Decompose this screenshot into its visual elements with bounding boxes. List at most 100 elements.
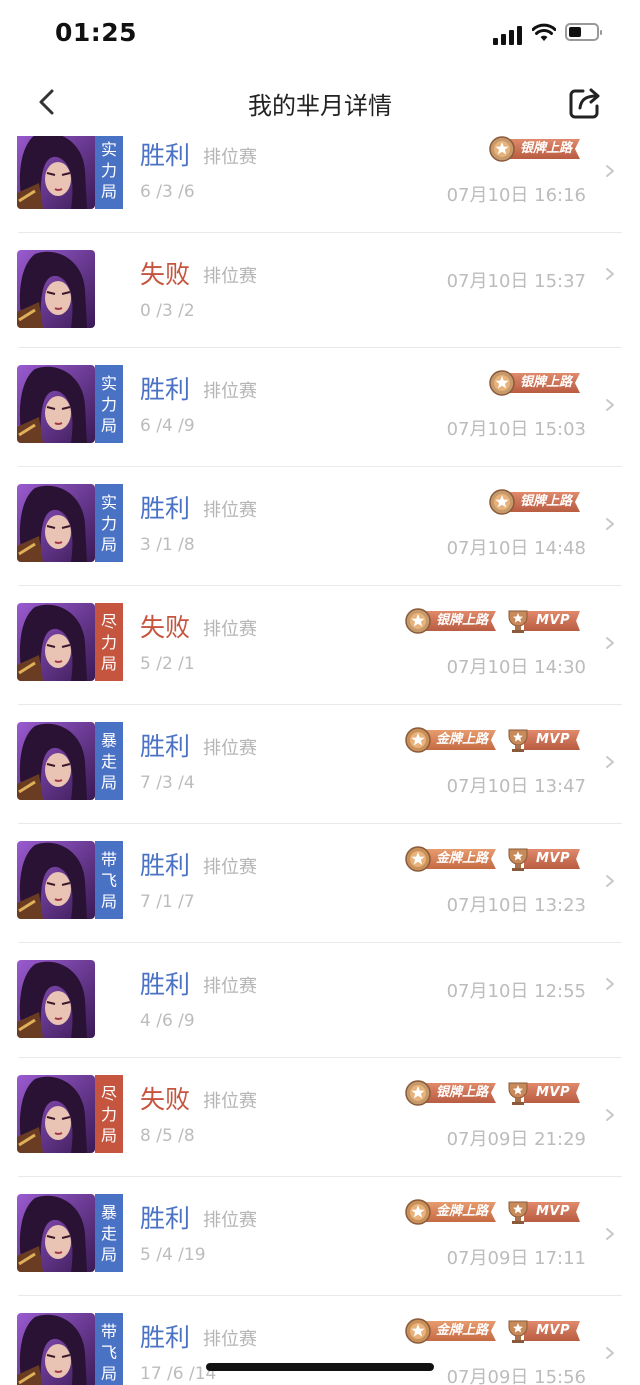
match-kda: 7 /3 /4	[140, 773, 195, 793]
mvp-badge: MVP	[504, 1316, 580, 1346]
match-list[interactable]: 实力局胜利 排位赛 6 /3 /6 07月10日 16:16 银牌上路 失败 排位赛 0 /3…	[0, 136, 640, 1385]
match-tag-char: 局	[100, 534, 117, 554]
match-row[interactable]: 尽力局失败 排位赛 8 /5 /8 07月09日 21:29 银牌上路 MVP	[0, 1058, 640, 1177]
match-tag-char: 力	[100, 160, 117, 180]
badge-group: 金牌上路 MVP	[404, 1314, 580, 1348]
mvp-badge: MVP	[504, 606, 580, 636]
match-mode: 排位赛	[203, 1210, 257, 1231]
match-result: 胜利	[140, 732, 191, 761]
match-result: 胜利	[140, 494, 191, 523]
badge-label: MVP	[523, 1202, 580, 1222]
match-kda: 3 /1 /8	[140, 535, 195, 555]
match-tag: 实力局	[95, 484, 123, 562]
match-tag: 带飞局	[95, 1313, 123, 1385]
silver-medal-badge: 银牌上路	[488, 136, 580, 164]
match-tag: 实力局	[95, 365, 123, 443]
chevron-right-icon	[606, 518, 614, 530]
match-kda: 6 /3 /6	[140, 182, 195, 202]
match-tag-char: 带	[100, 849, 117, 869]
badge-group: 金牌上路 MVP	[404, 723, 580, 757]
chevron-right-icon	[606, 165, 614, 177]
match-mode: 排位赛	[203, 1329, 257, 1350]
hero-avatar	[17, 722, 95, 800]
battery-icon	[565, 23, 602, 41]
match-result: 胜利	[140, 141, 191, 170]
match-tag: 暴走局	[95, 722, 123, 800]
badge-label: 银牌上路	[507, 139, 580, 159]
hero-avatar	[17, 603, 95, 681]
match-tag-char: 飞	[100, 1342, 117, 1362]
match-datetime: 07月10日 14:30	[446, 657, 586, 678]
badge-group: 金牌上路 MVP	[404, 1195, 580, 1229]
match-datetime: 07月10日 13:23	[446, 895, 586, 916]
gold-medal-badge: 金牌上路	[404, 725, 496, 755]
home-indicator	[206, 1363, 434, 1371]
match-result: 胜利	[140, 375, 191, 404]
match-tag-char: 力	[100, 1104, 117, 1124]
hero-avatar	[17, 136, 95, 209]
match-tag-char: 尽	[100, 1083, 117, 1103]
match-row[interactable]: 暴走局胜利 排位赛 5 /4 /19 07月09日 17:11 金牌上路 MVP	[0, 1177, 640, 1296]
badge-label: 金牌上路	[423, 730, 496, 750]
chevron-right-icon	[606, 1228, 614, 1240]
gold-medal-badge: 金牌上路	[404, 1316, 496, 1346]
match-tag-char: 飞	[100, 870, 117, 890]
match-tag: 带飞局	[95, 841, 123, 919]
hero-avatar	[17, 250, 95, 328]
match-tag-char: 局	[100, 1244, 117, 1264]
badge-label: 金牌上路	[423, 849, 496, 869]
match-datetime: 07月10日 15:37	[446, 271, 586, 292]
match-result: 失败	[140, 1085, 191, 1114]
cellular-signal-icon	[493, 25, 523, 45]
match-datetime: 07月10日 13:47	[446, 776, 586, 797]
match-datetime: 07月09日 15:56	[446, 1367, 586, 1385]
chevron-right-icon	[606, 1347, 614, 1359]
silver-medal-badge: 银牌上路	[488, 368, 580, 398]
match-row[interactable]: 尽力局失败 排位赛 5 /2 /1 07月10日 14:30 银牌上路 MVP	[0, 586, 640, 705]
match-tag-char: 带	[100, 1321, 117, 1341]
hero-avatar	[17, 365, 95, 443]
badge-label: MVP	[523, 730, 580, 750]
chevron-right-icon	[606, 637, 614, 649]
badge-label: MVP	[523, 611, 580, 631]
match-row[interactable]: 带飞局胜利 排位赛 7 /1 /7 07月10日 13:23 金牌上路 MVP	[0, 824, 640, 943]
mvp-badge: MVP	[504, 1078, 580, 1108]
share-icon[interactable]	[566, 84, 604, 122]
gold-medal-badge: 金牌上路	[404, 844, 496, 874]
hero-avatar	[17, 1075, 95, 1153]
match-row[interactable]: 暴走局胜利 排位赛 7 /3 /4 07月10日 13:47 金牌上路 MVP	[0, 705, 640, 824]
hero-avatar	[17, 960, 95, 1038]
match-row[interactable]: 带飞局胜利 排位赛 17 /6 /14 07月09日 15:56 金牌上路 MVP	[0, 1296, 640, 1385]
hero-avatar	[17, 1194, 95, 1272]
match-tag: 尽力局	[95, 603, 123, 681]
page-title: 我的芈月详情	[248, 92, 392, 120]
badge-label: 银牌上路	[507, 492, 580, 512]
match-row[interactable]: 胜利 排位赛 4 /6 /9 07月10日 12:55	[0, 943, 640, 1058]
match-row[interactable]: 实力局胜利 排位赛 3 /1 /8 07月10日 14:48 银牌上路	[0, 467, 640, 586]
match-result: 胜利	[140, 1323, 191, 1352]
match-datetime: 07月10日 12:55	[446, 981, 586, 1002]
hero-avatar	[17, 484, 95, 562]
match-tag-char: 实	[100, 139, 117, 159]
match-tag-char: 局	[100, 772, 117, 792]
badge-label: 银牌上路	[423, 1083, 496, 1103]
match-tag-char: 力	[100, 394, 117, 414]
match-mode: 排位赛	[203, 381, 257, 402]
chevron-right-icon	[606, 875, 614, 887]
chevron-right-icon	[606, 268, 614, 280]
badge-group: 银牌上路	[488, 136, 580, 166]
gold-medal-badge: 金牌上路	[404, 1197, 496, 1227]
match-kda: 8 /5 /8	[140, 1126, 195, 1146]
match-row[interactable]: 实力局胜利 排位赛 6 /3 /6 07月10日 16:16 银牌上路	[0, 136, 640, 233]
match-row[interactable]: 实力局胜利 排位赛 6 /4 /9 07月10日 15:03 银牌上路	[0, 348, 640, 467]
match-datetime: 07月10日 16:16	[446, 185, 586, 206]
match-mode: 排位赛	[203, 619, 257, 640]
match-tag-char: 局	[100, 181, 117, 201]
silver-medal-badge: 银牌上路	[404, 1078, 496, 1108]
match-kda: 5 /2 /1	[140, 654, 195, 674]
match-result: 胜利	[140, 970, 191, 999]
match-row[interactable]: 失败 排位赛 0 /3 /2 07月10日 15:37	[0, 233, 640, 348]
match-tag: 实力局	[95, 136, 123, 209]
match-tag: 暴走局	[95, 1194, 123, 1272]
mvp-badge: MVP	[504, 1197, 580, 1227]
